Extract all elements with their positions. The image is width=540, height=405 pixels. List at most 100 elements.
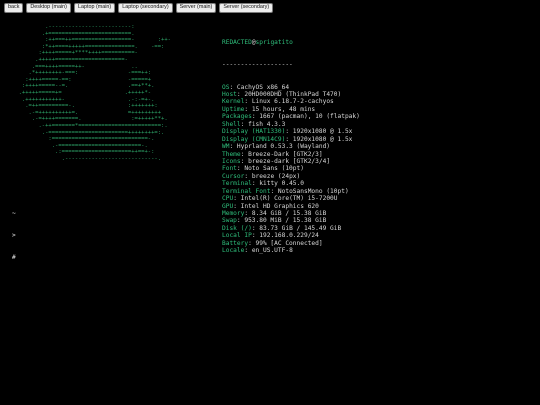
prompt-line-cursor: #	[12, 253, 16, 261]
info-value: 83.73 GiB / 145.49 GiB	[259, 224, 342, 232]
info-label: Icons	[222, 157, 241, 165]
info-colon: :	[285, 128, 293, 136]
toolbar: back Desktop (main) Laptop (main) Laptop…	[0, 0, 540, 16]
info-label: Terminal Font	[222, 187, 271, 195]
info-label: Cursor	[222, 172, 245, 180]
info-value: fish 4.3.3	[248, 120, 286, 128]
info-value: Noto Sans (10pt)	[244, 165, 304, 173]
hostname: sprigatito	[255, 38, 293, 46]
info-value: en_US.UTF-8	[251, 247, 293, 255]
info-value: 99% [AC Connected]	[255, 239, 323, 247]
distro-ascii-logo: .-------------------------: .+==========…	[18, 24, 171, 162]
system-info-panel: REDACTED@sprigatito ------------------- …	[222, 24, 360, 262]
info-value: CachyOS x86_64	[236, 83, 290, 91]
info-value: 1920x1080 @ 1.5x	[292, 135, 353, 143]
prompt-line-cwd: ~	[12, 210, 16, 218]
info-label: GPU	[222, 202, 234, 210]
info-row: Battery: 99% [AC Connected]	[222, 240, 360, 247]
info-colon: :	[240, 157, 249, 165]
info-row: CPU: Intel(R) Core(TM) i5-7200U	[222, 195, 360, 202]
info-value: breeze-dark [GTK2/3/4]	[248, 157, 331, 165]
info-label: Local IP	[222, 232, 252, 240]
info-label: Display (HAT1330)	[222, 128, 286, 136]
info-label: Terminal	[222, 180, 252, 188]
info-row: Font: Noto Sans (10pt)	[222, 165, 360, 172]
info-row: Display (HAT1330): 1920x1080 @ 1.5x	[222, 128, 360, 135]
info-colon: :	[285, 135, 293, 143]
info-label: Packages	[222, 113, 252, 121]
info-value: Breeze-Dark [GTK2/3]	[248, 150, 323, 158]
info-colon: :	[233, 195, 241, 203]
info-label: Kernel	[222, 98, 245, 106]
server-main-button[interactable]: Server (main)	[175, 3, 217, 13]
info-label: Battery	[222, 239, 249, 247]
info-label: Memory	[222, 210, 245, 218]
info-value: 953.80 MiB / 15.38 GiB	[244, 217, 327, 225]
info-row: OS: CachyOS x86_64	[222, 84, 360, 91]
info-label: Swap	[222, 217, 237, 225]
server-secondary-button[interactable]: Server (secondary)	[219, 3, 274, 13]
info-row: Memory: 8.34 GiB / 15.38 GiB	[222, 210, 360, 217]
info-label: Uptime	[222, 105, 245, 113]
info-row: Icons: breeze-dark [GTK2/3/4]	[222, 158, 360, 165]
laptop-secondary-button[interactable]: Laptop (secondary)	[118, 3, 173, 13]
info-label: Shell	[222, 120, 241, 128]
info-label: CPU	[222, 195, 234, 203]
info-value: Intel HD Graphics 620	[240, 202, 319, 210]
info-value: Linux 6.18.7-2-cachyos	[251, 98, 334, 106]
info-colon: :	[270, 187, 278, 195]
prompt-line-arrow: >	[12, 232, 16, 240]
info-value: 8.34 GiB / 15.38 GiB	[251, 210, 327, 218]
info-value: 20HD000DHD (ThinkPad T470)	[244, 91, 342, 99]
info-label: Theme	[222, 150, 241, 158]
info-label: Display (CMN14C9)	[222, 135, 286, 143]
info-row: Local IP: 192.168.0.229/24	[222, 232, 360, 239]
info-colon: :	[240, 120, 249, 128]
info-row: Cursor: breeze (24px)	[222, 173, 360, 180]
info-row: Swap: 953.80 MiB / 15.38 GiB	[222, 217, 360, 224]
info-label: Font	[222, 165, 237, 173]
shell-prompt[interactable]: ~ > #	[12, 196, 19, 268]
desktop-main-button[interactable]: Desktop (main)	[26, 3, 71, 13]
info-colon: :	[229, 83, 237, 91]
back-button[interactable]: back	[4, 3, 24, 13]
info-label: Host	[222, 91, 237, 99]
user-host-line: REDACTED@sprigatito	[222, 39, 360, 46]
info-row: Uptime: 15 hours, 48 mins	[222, 106, 360, 113]
info-row: Locale: en_US.UTF-8	[222, 247, 360, 254]
info-row: Display (CMN14C9): 1920x1080 @ 1.5x	[222, 136, 360, 143]
info-value: Hyprland 0.53.3 (Wayland)	[236, 143, 331, 151]
info-value: Intel(R) Core(TM) i5-7200U	[240, 195, 338, 203]
info-colon: :	[244, 98, 252, 106]
info-row: Host: 20HD000DHD (ThinkPad T470)	[222, 91, 360, 98]
info-row: Packages: 1667 (pacman), 10 (flatpak)	[222, 113, 360, 120]
info-row: WM: Hyprland 0.53.3 (Wayland)	[222, 143, 360, 150]
info-colon: :	[233, 202, 241, 210]
info-value: 1667 (pacman), 10 (flatpak)	[259, 113, 360, 121]
info-value: 1920x1080 @ 1.5x	[292, 128, 353, 136]
info-value: kitty 0.45.0	[259, 180, 304, 188]
info-value: 192.168.0.229/24	[259, 232, 319, 240]
info-label: Disk (/)	[222, 224, 252, 232]
info-colon: :	[244, 105, 252, 113]
info-colon: :	[248, 239, 256, 247]
info-colon: :	[244, 247, 252, 255]
info-value: NotoSansMono (10pt)	[277, 187, 349, 195]
username: REDACTED	[222, 38, 252, 46]
info-colon: :	[244, 172, 252, 180]
info-colon: :	[240, 150, 249, 158]
info-row: Theme: Breeze-Dark [GTK2/3]	[222, 151, 360, 158]
info-row: Disk (/): 83.73 GiB / 145.49 GiB	[222, 225, 360, 232]
info-row: Kernel: Linux 6.18.7-2-cachyos	[222, 98, 360, 105]
separator-line: -------------------	[222, 61, 293, 69]
info-colon: :	[229, 143, 237, 151]
info-value: 15 hours, 48 mins	[251, 105, 316, 113]
info-row: Shell: fish 4.3.3	[222, 121, 360, 128]
info-value: breeze (24px)	[251, 172, 301, 180]
info-label: Locale	[222, 247, 245, 255]
info-row: GPU: Intel HD Graphics 620	[222, 203, 360, 210]
info-row: Terminal: kitty 0.45.0	[222, 180, 360, 187]
laptop-main-button[interactable]: Laptop (main)	[73, 3, 116, 13]
info-colon: :	[244, 210, 252, 218]
info-row: Terminal Font: NotoSansMono (10pt)	[222, 188, 360, 195]
